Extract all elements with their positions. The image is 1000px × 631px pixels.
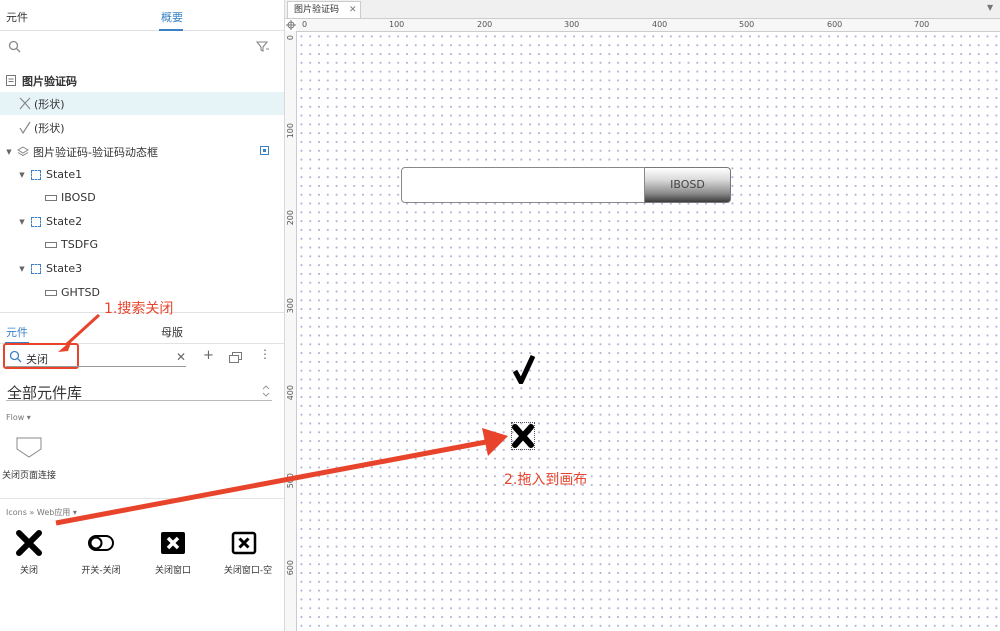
vertical-ruler: 0 100 200 300 400 500 600 bbox=[285, 31, 297, 631]
check-shape-icon bbox=[19, 121, 31, 134]
icon-label: 关闭窗口 bbox=[154, 566, 191, 576]
collapse-triangle-icon[interactable]: ▼ bbox=[17, 171, 27, 179]
outline-search bbox=[0, 36, 284, 58]
tab-outline[interactable]: 概要 bbox=[161, 9, 183, 25]
outline-item-state2[interactable]: ▼ State2 bbox=[0, 210, 284, 233]
flow-item-label: 关闭页面连接 bbox=[1, 471, 56, 481]
collapse-triangle-icon[interactable]: ▼ bbox=[17, 218, 27, 226]
search-underline bbox=[6, 366, 186, 367]
outline-item-ibosd[interactable]: IBOSD bbox=[0, 186, 284, 209]
x-shape-icon bbox=[19, 97, 31, 110]
top-tabbar: 元件 概要 bbox=[0, 0, 284, 31]
layers-icon bbox=[17, 145, 29, 156]
annotation-step2: 2.拖入到画布 bbox=[504, 472, 588, 488]
canvas-grid[interactable] bbox=[297, 32, 1000, 631]
divider bbox=[0, 498, 284, 499]
ruler-label: 200 bbox=[477, 20, 493, 29]
captcha-text-input[interactable] bbox=[401, 167, 645, 203]
selection-box bbox=[511, 422, 535, 450]
state-icon bbox=[31, 169, 41, 180]
outline-item-label: (形状) bbox=[34, 121, 65, 135]
icon-label: 关闭窗口-空 bbox=[223, 566, 273, 576]
clear-search-icon[interactable]: ✕ bbox=[176, 350, 186, 364]
canvas-area: 图片验证码 ✕ ▼ 0 100 200 300 400 500 600 700 … bbox=[285, 0, 1000, 631]
tab-library-widgets[interactable]: 元件 bbox=[6, 324, 28, 340]
copy-icon[interactable] bbox=[229, 352, 243, 363]
ruler-label: 200 bbox=[286, 210, 295, 226]
ruler-label: 100 bbox=[286, 123, 295, 139]
search-icon bbox=[8, 40, 21, 53]
document-tab[interactable]: 图片验证码 ✕ bbox=[287, 1, 361, 18]
outline-item-label: GHTSD bbox=[61, 286, 100, 299]
icons-group-label[interactable]: Icons » Web应用 ▾ bbox=[6, 507, 77, 518]
ruler-label: 300 bbox=[286, 298, 295, 314]
ruler-label: 500 bbox=[739, 20, 755, 29]
ruler-label: 400 bbox=[652, 20, 668, 29]
collapse-triangle-icon[interactable]: ▼ bbox=[17, 265, 27, 273]
ruler-label: 600 bbox=[286, 560, 295, 576]
outline-item-label: (形状) bbox=[34, 97, 65, 111]
library-underline bbox=[6, 400, 272, 401]
tab-widgets[interactable]: 元件 bbox=[6, 9, 28, 25]
rectangle-icon bbox=[45, 241, 57, 248]
flow-group-label[interactable]: Flow ▾ bbox=[6, 413, 31, 422]
tab-dropdown-icon[interactable]: ▼ bbox=[987, 3, 993, 12]
ruler-label: 500 bbox=[286, 473, 295, 489]
ruler-label: 0 bbox=[302, 20, 308, 29]
filter-icon[interactable] bbox=[256, 40, 270, 53]
close-shape-selected[interactable] bbox=[511, 422, 535, 450]
captcha-button[interactable]: IBOSD bbox=[645, 167, 731, 203]
outline-item-label: 图片验证码-验证码动态框 bbox=[33, 145, 158, 159]
state-icon bbox=[31, 216, 41, 227]
off-page-connector-icon[interactable] bbox=[16, 437, 42, 459]
outline-item-label: TSDFG bbox=[61, 238, 99, 251]
ruler-label: 300 bbox=[564, 20, 580, 29]
ruler-label: 700 bbox=[914, 20, 930, 29]
outline-item-label: State2 bbox=[46, 215, 83, 228]
outline-item-label: State1 bbox=[46, 168, 83, 181]
close-window-outline-icon[interactable] bbox=[231, 531, 257, 555]
checkmark-shape[interactable] bbox=[513, 354, 535, 384]
panel-state-icon[interactable] bbox=[260, 146, 269, 155]
close-tab-icon[interactable]: ✕ bbox=[349, 2, 357, 18]
state-icon bbox=[31, 263, 41, 274]
outline-item-tsdfg[interactable]: TSDFG bbox=[0, 233, 284, 256]
annotation-step1: 1.搜索关闭 bbox=[104, 301, 174, 317]
outline-item-state3[interactable]: ▼ State3 bbox=[0, 257, 284, 280]
outline-item-state1[interactable]: ▼ State1 bbox=[0, 163, 284, 186]
add-library-icon[interactable]: + bbox=[203, 348, 214, 363]
ruler-label: 600 bbox=[827, 20, 843, 29]
page-icon bbox=[6, 75, 16, 86]
horizontal-ruler: 0 100 200 300 400 500 600 700 bbox=[296, 19, 1000, 32]
document-tab-strip: 图片验证码 ✕ ▼ bbox=[285, 0, 1000, 19]
outline-item-dynamic-panel[interactable]: ▼ 图片验证码-验证码动态框 bbox=[0, 140, 284, 163]
outline-item-shape-check[interactable]: (形状) bbox=[0, 116, 284, 139]
outline-search-input[interactable] bbox=[26, 38, 230, 56]
library-search-input[interactable]: 关闭 bbox=[26, 351, 48, 367]
close-icon[interactable] bbox=[16, 530, 42, 556]
close-window-icon[interactable] bbox=[160, 531, 186, 555]
search-icon bbox=[9, 350, 22, 363]
ruler-label: 0 bbox=[286, 35, 295, 41]
outline-item-label: IBOSD bbox=[61, 191, 96, 204]
crosshair-icon[interactable] bbox=[286, 20, 296, 30]
outline-item-label: State3 bbox=[46, 262, 83, 275]
icon-label: 开关-关闭 bbox=[81, 566, 121, 576]
page-name: 图片验证码 bbox=[22, 74, 77, 88]
rectangle-icon bbox=[45, 194, 57, 201]
more-menu-icon[interactable]: ⋮ bbox=[259, 347, 271, 361]
toggle-off-icon[interactable] bbox=[88, 535, 114, 551]
outline-item-shape-x[interactable]: (形状) bbox=[0, 92, 284, 115]
ruler-label: 400 bbox=[286, 385, 295, 401]
document-tab-label: 图片验证码 bbox=[294, 5, 340, 15]
collapse-triangle-icon[interactable]: ▼ bbox=[4, 148, 14, 156]
tab-outline-underline bbox=[159, 29, 183, 31]
icon-label: 关闭 bbox=[19, 566, 38, 576]
rectangle-icon bbox=[45, 289, 57, 296]
ruler-label: 100 bbox=[389, 20, 405, 29]
tab-masters[interactable]: 母版 bbox=[161, 324, 183, 340]
outline-page-row[interactable]: 图片验证码 bbox=[0, 69, 284, 92]
chevron-updown-icon[interactable] bbox=[262, 385, 270, 397]
